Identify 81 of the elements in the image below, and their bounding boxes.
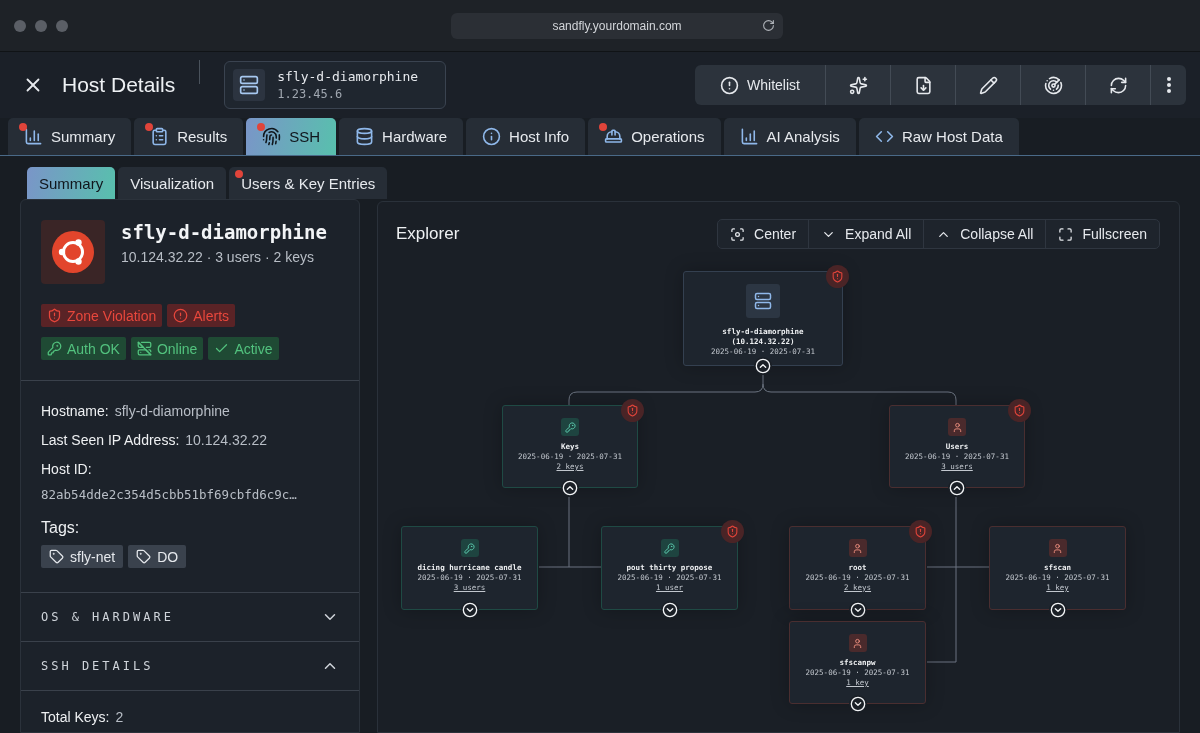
expand-all-button[interactable]: Expand All [808, 220, 924, 248]
section-header[interactable]: SSH DETAILS [21, 642, 359, 691]
status-badge: Active [208, 337, 279, 360]
detail-label: Tags: [41, 519, 81, 537]
file-download-icon [913, 75, 933, 95]
subtab[interactable]: Summary [27, 167, 116, 199]
shield-icon [47, 308, 62, 323]
node-toggle[interactable] [561, 479, 579, 497]
window-control-dot[interactable] [14, 19, 26, 32]
host-name: sfly-d-diamorphine [121, 221, 327, 243]
tag-icon [49, 549, 64, 564]
host-name: sfly-d-diamorphine [277, 69, 419, 84]
host-summary: 10.124.32.22 · 3 users · 2 keys [121, 248, 315, 267]
tab[interactable]: Summary [8, 118, 132, 155]
radar-icon [1043, 75, 1063, 95]
clipboard-icon [150, 127, 170, 146]
address-bar[interactable]: sandfly.yourdomain.com [451, 13, 783, 39]
detail-label: Host ID: [41, 461, 93, 477]
detail-value: 10.124.32.22 [185, 432, 268, 448]
chart-icon [24, 127, 43, 146]
explorer-title: Explorer [396, 224, 460, 244]
tab[interactable]: Raw Host Data [858, 118, 1019, 155]
status-badge: Zone Violation [41, 304, 163, 327]
os-logo-icon [41, 220, 105, 284]
detail-value: 82ab54dde2c354d5cbb51bf69cbfd6c9c… [41, 487, 298, 502]
tab[interactable]: Host Info [466, 118, 586, 155]
user-icon [852, 542, 863, 554]
fullscreen-button[interactable]: Fullscreen [1045, 220, 1159, 248]
pencil-icon [978, 75, 998, 95]
node-toggle[interactable] [948, 479, 966, 497]
alert-circle-icon [173, 308, 189, 323]
server-off-icon [136, 341, 152, 356]
fingerprint-icon [262, 127, 282, 146]
user-icon [951, 421, 963, 433]
more-icon [1166, 77, 1171, 93]
server-icon [754, 292, 772, 310]
connector-line [538, 496, 602, 568]
subtab[interactable]: Users & Key Entries [229, 167, 388, 199]
tag-icon [136, 549, 152, 564]
database-icon [355, 127, 375, 146]
key-icon [47, 341, 62, 356]
reload-icon[interactable] [762, 19, 775, 32]
sparkle-icon [848, 75, 868, 95]
chart-icon [739, 127, 759, 146]
collapse-all-button[interactable]: Collapse All [923, 220, 1046, 248]
tag-chip: sfly-net [41, 545, 124, 568]
window-control-dot[interactable] [56, 19, 68, 32]
detail-label: Total Keys: [41, 709, 110, 725]
detail-label: Last Seen IP Address: [41, 432, 180, 448]
key-icon [564, 421, 576, 433]
detail-label: Hostname: [41, 403, 109, 419]
worker-icon [604, 127, 624, 146]
status-badge: Online [130, 337, 204, 360]
detail-value: sfly-d-diamorphine [114, 403, 230, 419]
fullscreen-icon [1058, 226, 1074, 242]
detail-value: 2 [115, 709, 124, 725]
tab[interactable]: Results [134, 118, 244, 155]
user-icon [1052, 542, 1063, 554]
alert-circle-icon [720, 75, 740, 95]
page-title: Host Details [62, 73, 176, 97]
tab[interactable]: AI Analysis [723, 118, 856, 155]
server-icon [233, 69, 266, 101]
node-toggle[interactable] [754, 357, 772, 375]
refresh-icon [1108, 75, 1128, 95]
subtab[interactable]: Visualization [118, 167, 227, 199]
tab[interactable]: Operations [588, 118, 721, 155]
center-button[interactable]: Center [718, 220, 809, 248]
window-control-dot[interactable] [35, 19, 47, 32]
tag-chip: DO [128, 545, 187, 568]
focus-icon [730, 226, 746, 242]
status-badge: Auth OK [41, 337, 126, 360]
tab[interactable]: Hardware [339, 118, 464, 155]
section-header[interactable]: OS & HARDWARE [21, 593, 359, 642]
host-ip: 1.23.45.6 [277, 87, 344, 101]
user-icon [852, 637, 863, 649]
key-icon [664, 542, 675, 554]
key-icon [464, 542, 475, 554]
status-badge: Alerts [167, 304, 236, 327]
whitelist-button[interactable]: Whitelist [695, 65, 825, 105]
tab[interactable]: SSH [246, 118, 337, 155]
info-icon [482, 127, 502, 146]
